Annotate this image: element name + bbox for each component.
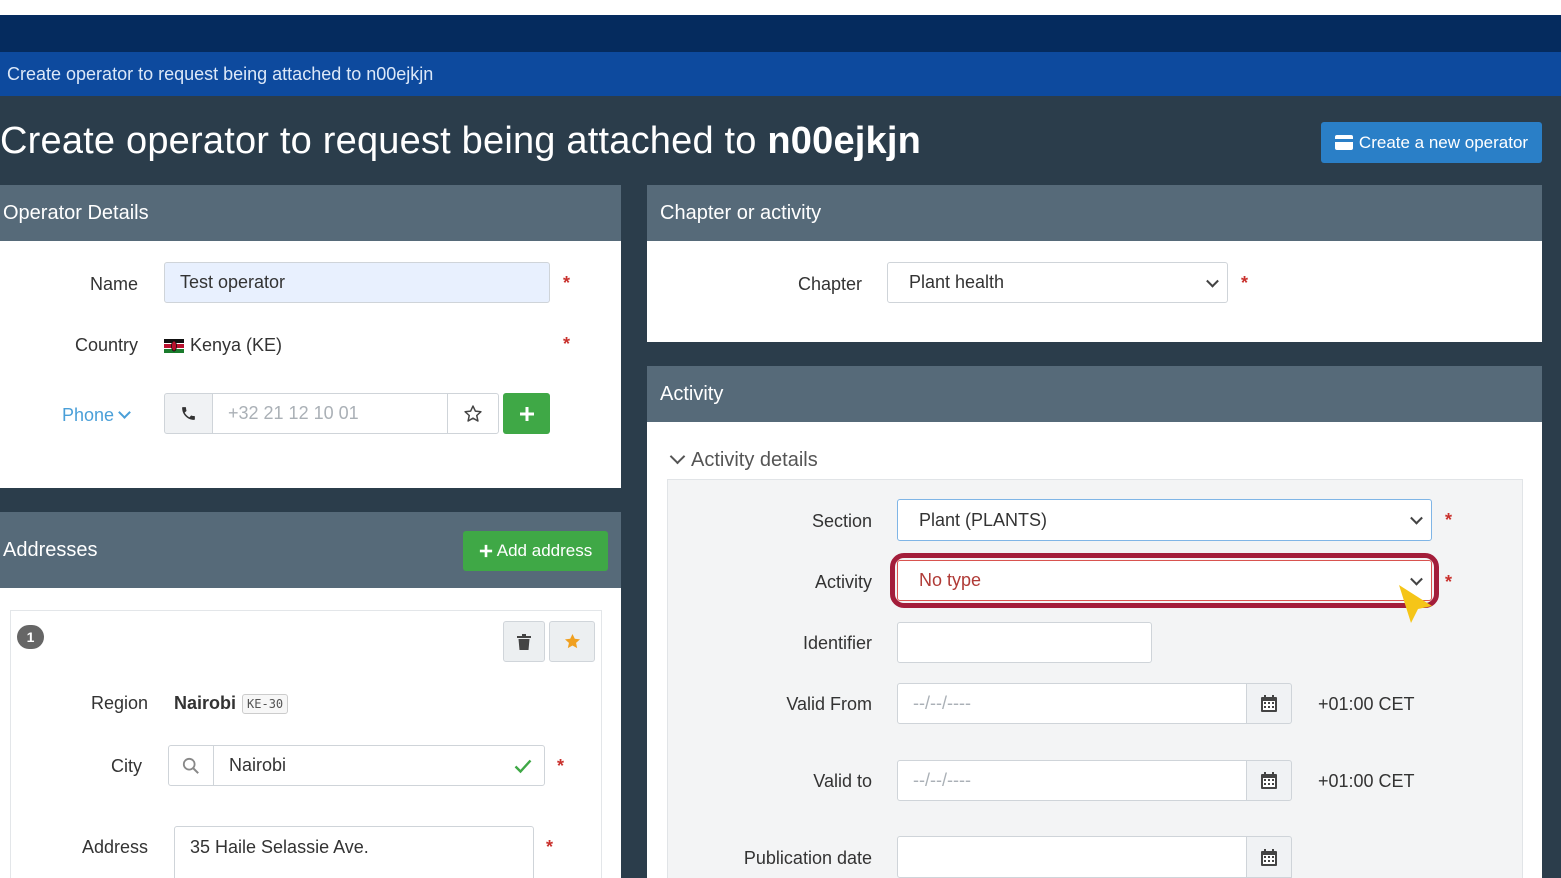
identifier-label: Identifier [802,633,872,653]
page-title: Create operator to request being attache… [0,120,922,162]
chevron-down-icon [118,406,131,419]
city-label: City [111,756,142,776]
chapter-required-mark: * [1241,273,1249,293]
city-input[interactable]: Nairobi [213,745,545,786]
address-textarea[interactable]: 35 Haile Selassie Ave. [174,826,534,878]
name-input[interactable]: Test operator [164,262,550,303]
chevron-down-icon [669,448,686,465]
region-value: Nairobi KE-30 [174,693,289,714]
activity-required-mark: * [1445,572,1453,592]
publication-date-label: Publication date [743,848,872,868]
region-label: Region [90,693,148,713]
name-label: Name [89,274,138,294]
kenya-flag-icon [164,338,184,353]
country-label: Country [74,335,138,355]
chapter-select[interactable]: Plant health [887,262,1228,303]
identifier-input[interactable] [897,622,1152,663]
top-strip [0,0,1561,15]
phone-addon [164,393,213,434]
valid-from-calendar-button[interactable] [1246,683,1292,724]
delete-address-button[interactable] [503,621,545,662]
address-index-badge: 1 [17,625,44,649]
add-phone-button[interactable] [503,393,550,434]
valid-to-input[interactable]: --/--/---- [897,760,1247,801]
activity-title: Activity [647,366,1542,422]
valid-from-input[interactable]: --/--/---- [897,683,1247,724]
valid-to-label: Valid to [813,771,872,791]
calendar-icon [1261,848,1277,866]
chapter-title: Chapter or activity [647,185,1542,241]
phone-input[interactable]: +32 21 12 10 01 [212,393,448,434]
chapter-label: Chapter [797,274,862,294]
publication-date-input[interactable] [897,836,1247,878]
operator-details-title: Operator Details [0,185,621,241]
chevron-down-icon [1206,274,1219,288]
city-required-mark: * [557,756,565,776]
address-required-mark: * [546,837,554,857]
calendar-icon [1261,695,1277,712]
plus-icon [479,544,492,558]
favorite-phone-button[interactable] [447,393,499,434]
navbar [0,15,1561,52]
activity-select[interactable]: No type [897,560,1432,601]
breadcrumb: Create operator to request being attache… [0,52,1561,96]
card-icon [1334,135,1353,150]
valid-from-timezone: +01:00 CET [1318,694,1415,714]
star-filled-icon [564,633,580,649]
address-label: Address [81,837,148,857]
calendar-icon [1261,772,1277,789]
chevron-down-icon [1410,511,1423,525]
region-code-badge: KE-30 [242,693,289,714]
valid-from-label: Valid From [786,694,872,714]
star-outline-icon [464,404,482,422]
country-value: Kenya (KE) [164,335,282,356]
section-label: Section [811,511,872,531]
publication-date-calendar-button[interactable] [1246,836,1292,878]
add-address-button[interactable]: Add address [463,531,608,571]
plus-icon [519,406,534,421]
activity-label: Activity [814,572,872,592]
check-icon [514,759,532,774]
valid-to-timezone: +01:00 CET [1318,771,1415,791]
cursor-pointer-icon [1399,585,1432,623]
phone-icon [182,407,195,420]
valid-to-calendar-button[interactable] [1246,760,1292,801]
search-icon [182,757,199,774]
trash-icon [517,633,531,650]
section-required-mark: * [1445,510,1453,530]
activity-details-toggle[interactable]: Activity details [668,448,818,472]
name-required-mark: * [563,273,571,293]
section-select[interactable]: Plant (PLANTS) [897,499,1432,541]
phone-type-toggle[interactable]: Phone [62,405,131,426]
primary-address-button[interactable] [549,621,595,662]
country-required-mark: * [563,334,571,354]
create-new-operator-button[interactable]: Create a new operator [1321,122,1542,163]
city-search-addon [168,745,214,786]
